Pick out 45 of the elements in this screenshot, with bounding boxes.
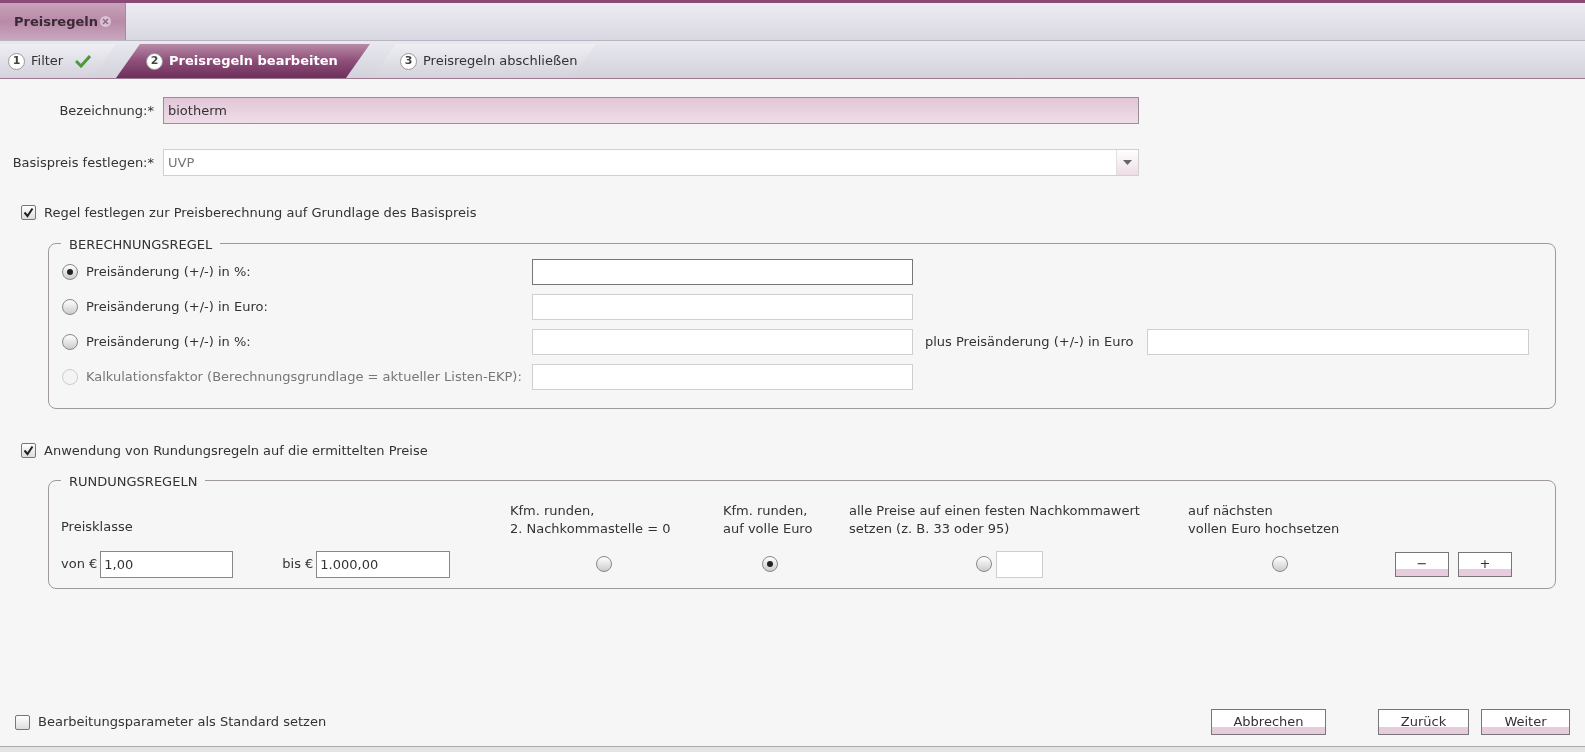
text-field[interactable]: 1,00 [100, 550, 234, 578]
checkbox-label: Bearbeitungsparameter als Standard setzen [38, 713, 327, 732]
radio-label: Preisänderung (+/-) in %: [86, 262, 251, 281]
radio-button[interactable] [62, 263, 78, 280]
close-icon[interactable] [100, 16, 111, 27]
text-field[interactable]: 1.000,00 [316, 550, 451, 578]
radio-label: Kalkulationsfaktor (Berechnungsgrundlage = aktueller Listen-EKP): [86, 367, 522, 386]
radio-button[interactable] [62, 298, 78, 315]
footer-button[interactable]: Weiter [1481, 709, 1570, 735]
radio-label: Preisänderung (+/-) in %: [86, 332, 251, 351]
column-heading: Preisklasse [61, 517, 134, 536]
radio-button[interactable] [596, 556, 612, 572]
document-tab[interactable]: Preisregeln [0, 3, 126, 40]
field-label: plus Preisänderung (+/-) in Euro [924, 332, 1135, 351]
column-heading: Kfm. runden, 2. Nachkommastelle = 0 [510, 502, 672, 538]
field-label: Basispreis festlegen:* [11, 153, 155, 172]
column-heading: auf nächsten vollen Euro hochsetzen [1188, 502, 1341, 538]
radio-label: Preisänderung (+/-) in Euro: [86, 297, 268, 316]
footer-button[interactable]: Abbrechen [1211, 709, 1326, 735]
radio-button[interactable] [976, 556, 992, 572]
field-label: Bezeichnung:* [58, 101, 155, 120]
footer-button[interactable]: Zurück [1378, 709, 1469, 735]
remove-row-button[interactable]: − [1395, 551, 1449, 577]
checkbox-label: Anwendung von Rundungsregeln auf die ermittelten Preise [44, 441, 428, 460]
step-number: 1 [8, 52, 25, 70]
checkbox[interactable] [21, 442, 36, 458]
radio-button[interactable] [62, 333, 78, 350]
step-number: 2 [146, 52, 163, 70]
text-field[interactable]: biotherm [163, 97, 1139, 124]
field-label: bis € [281, 555, 315, 574]
radio-button[interactable] [762, 556, 778, 572]
wizard-step-tab[interactable]: 2 Preisregeln bearbeiten [116, 44, 370, 78]
step-number: 3 [400, 52, 417, 70]
add-row-button[interactable]: + [1458, 551, 1512, 577]
column-heading: alle Preise auf einen festen Nachkommawert setzen (z. B. 33 oder 95) [849, 502, 1141, 538]
dropdown[interactable]: UVP [163, 149, 1139, 176]
text-field[interactable] [532, 258, 913, 285]
checkbox[interactable] [15, 714, 30, 730]
checkbox-label: Regel festlegen zur Preisberechnung auf Grundlage des Basispreis [44, 204, 477, 222]
checkbox[interactable] [21, 205, 36, 221]
checkmark-icon [75, 54, 92, 68]
field-label: von € [61, 555, 99, 574]
radio-button[interactable] [1272, 556, 1288, 572]
caret-icon[interactable] [1116, 150, 1138, 175]
column-heading: Kfm. runden, auf volle Euro [723, 502, 814, 538]
